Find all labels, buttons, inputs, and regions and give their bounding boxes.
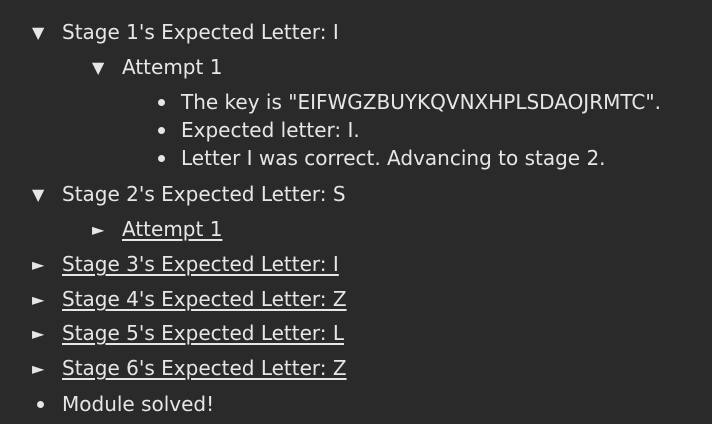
log-line: Expected letter: I.: [152, 115, 360, 145]
log-line-text: The key is "EIFWGZBUYKQVNXHPLSDAOJRMTC".: [181, 90, 661, 114]
expanded-arrow-icon[interactable]: ▼: [32, 185, 62, 204]
log-line-text: Letter I was correct. Advancing to stage…: [181, 146, 606, 170]
bullet-icon: [158, 126, 165, 134]
stage-5-link[interactable]: Stage 5's Expected Letter: L: [62, 321, 344, 345]
collapsed-arrow-icon[interactable]: ►: [92, 220, 122, 239]
stage-1-attempt-1-label: Attempt 1: [122, 55, 223, 79]
stage-6-node[interactable]: ► Stage 6's Expected Letter: Z: [32, 353, 347, 383]
collapsed-arrow-icon[interactable]: ►: [32, 324, 62, 343]
expanded-arrow-icon[interactable]: ▼: [32, 23, 62, 42]
stage-2-attempt-1-link[interactable]: Attempt 1: [122, 217, 222, 241]
stage-4-node[interactable]: ► Stage 4's Expected Letter: Z: [32, 284, 347, 314]
stage-1-label: Stage 1's Expected Letter: I: [62, 20, 339, 44]
stage-1-node[interactable]: ▼ Stage 1's Expected Letter: I: [32, 17, 339, 47]
collapsed-arrow-icon[interactable]: ►: [32, 359, 62, 378]
log-line-text: Expected letter: I.: [181, 118, 360, 142]
stage-2-attempt-1-node[interactable]: ► Attempt 1: [92, 214, 222, 244]
log-line: The key is "EIFWGZBUYKQVNXHPLSDAOJRMTC".: [152, 87, 661, 117]
stage-4-link[interactable]: Stage 4's Expected Letter: Z: [62, 287, 347, 311]
expanded-arrow-icon[interactable]: ▼: [92, 58, 122, 77]
bullet-icon: [158, 154, 165, 162]
module-solved-label: Module solved!: [62, 392, 215, 416]
stage-1-attempt-1-node[interactable]: ▼ Attempt 1: [92, 52, 222, 82]
module-solved-item: Module solved!: [32, 389, 214, 419]
collapsed-arrow-icon[interactable]: ►: [32, 255, 62, 274]
stage-5-node[interactable]: ► Stage 5's Expected Letter: L: [32, 318, 344, 348]
stage-2-node[interactable]: ▼ Stage 2's Expected Letter: S: [32, 179, 346, 209]
stage-3-node[interactable]: ► Stage 3's Expected Letter: I: [32, 249, 339, 279]
stage-6-link[interactable]: Stage 6's Expected Letter: Z: [62, 356, 347, 380]
bullet-icon: [158, 98, 165, 106]
stage-3-link[interactable]: Stage 3's Expected Letter: I: [62, 252, 339, 276]
log-line: Letter I was correct. Advancing to stage…: [152, 143, 606, 173]
stage-2-label: Stage 2's Expected Letter: S: [62, 182, 346, 206]
collapsed-arrow-icon[interactable]: ►: [32, 290, 62, 309]
bullet-icon: [37, 400, 44, 408]
